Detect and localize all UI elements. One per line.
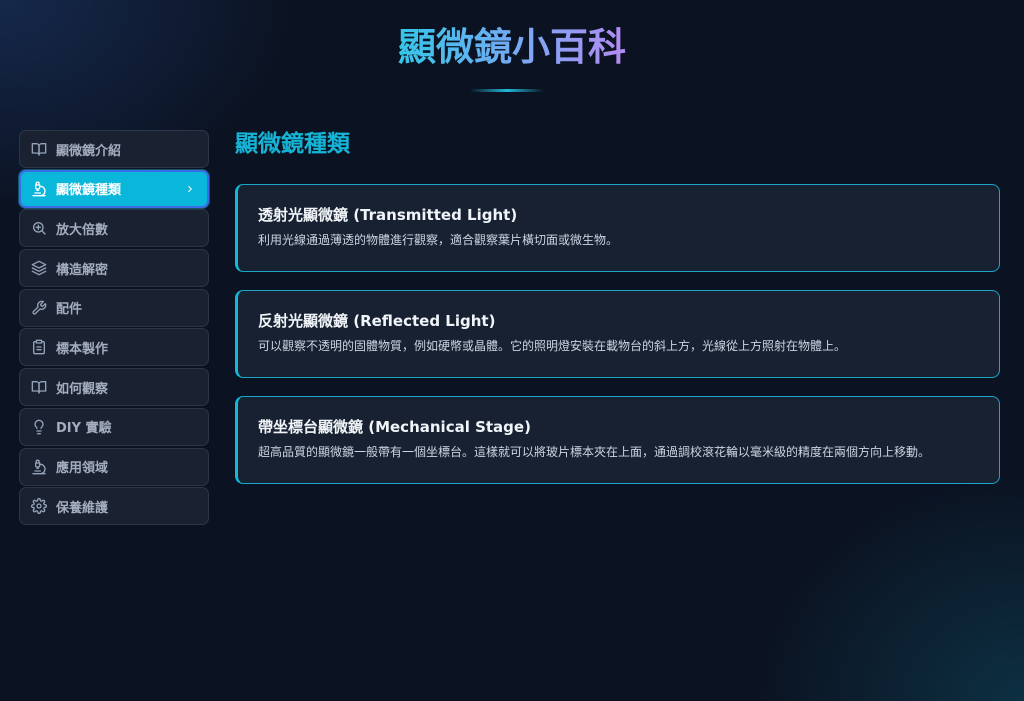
sidebar-item-types[interactable]: 顯微鏡種類 [19,169,209,208]
microscope-icon [31,459,47,475]
card-list: 透射光顯微鏡 (Transmitted Light) 利用光線通過薄透的物體進行… [235,184,1000,502]
sidebar-item-label: 應用領域 [56,461,109,476]
zoom-in-icon [31,220,47,236]
sidebar-item-diy-experiments[interactable]: DIY 實驗 [19,407,209,446]
page-title-text: 顯微鏡小百科 [397,25,626,69]
sidebar-item-label: 配件 [56,302,83,318]
sidebar-item-specimen-prep[interactable]: 標本製作 [19,328,209,367]
page-title: 顯微鏡小百科 [0,22,1024,72]
sidebar-item-label: 標本製作 [56,341,109,357]
chevron-right-icon [185,184,195,194]
gear-icon [31,498,47,515]
card-title: 反射光顯微鏡 (Reflected Light) [258,312,496,330]
card-description: 可以觀察不透明的固體物質，例如硬幣或晶體。它的照明燈安裝在載物台的斜上方，光線從… [258,339,847,353]
microscope-icon [31,181,47,197]
sidebar: 顯微鏡介紹 顯微鏡種類 放大倍數 構造解密 配件 標本製作 如何觀察 DIY 實… [19,130,209,527]
sidebar-item-label: 放大倍數 [56,222,109,238]
lightbulb-icon [31,419,47,435]
info-card: 反射光顯微鏡 (Reflected Light) 可以觀察不透明的固體物質，例如… [235,290,1000,378]
section-title: 顯微鏡種類 [235,131,350,157]
card-title: 透射光顯微鏡 (Transmitted Light) [258,206,518,224]
clipboard-icon [31,339,47,355]
layers-icon [31,260,47,276]
title-underline [470,89,544,92]
card-description: 超高品質的顯微鏡一般帶有一個坐標台。這樣就可以將玻片標本夾在上面，通過調校滾花輪… [258,445,931,459]
sidebar-item-label: 如何觀察 [56,381,109,397]
sidebar-item-applications[interactable]: 應用領域 [19,447,209,486]
book-open-icon [31,141,47,157]
card-description: 利用光線通過薄透的物體進行觀察，適合觀察葉片橫切面或微生物。 [258,233,619,247]
sidebar-item-accessories[interactable]: 配件 [19,288,209,327]
sidebar-item-structure[interactable]: 構造解密 [19,249,209,288]
sidebar-item-maintenance[interactable]: 保養維護 [19,487,209,526]
info-card: 帶坐標台顯微鏡 (Mechanical Stage) 超高品質的顯微鏡一般帶有一… [235,396,1000,484]
book-open-icon [31,379,47,395]
sidebar-item-introduction[interactable]: 顯微鏡介紹 [19,130,209,168]
card-title: 帶坐標台顯微鏡 (Mechanical Stage) [258,418,531,436]
sidebar-item-how-to-observe[interactable]: 如何觀察 [19,368,209,407]
info-card: 透射光顯微鏡 (Transmitted Light) 利用光線通過薄透的物體進行… [235,184,1000,272]
sidebar-item-label: 顯微鏡種類 [56,183,122,199]
sidebar-item-label: 構造解密 [56,262,109,278]
wrench-icon [31,300,47,316]
sidebar-item-magnification[interactable]: 放大倍數 [19,209,209,248]
sidebar-item-label: 保養維護 [56,500,109,516]
sidebar-item-label: DIY 實驗 [56,421,112,437]
sidebar-item-label: 顯微鏡介紹 [56,143,122,159]
